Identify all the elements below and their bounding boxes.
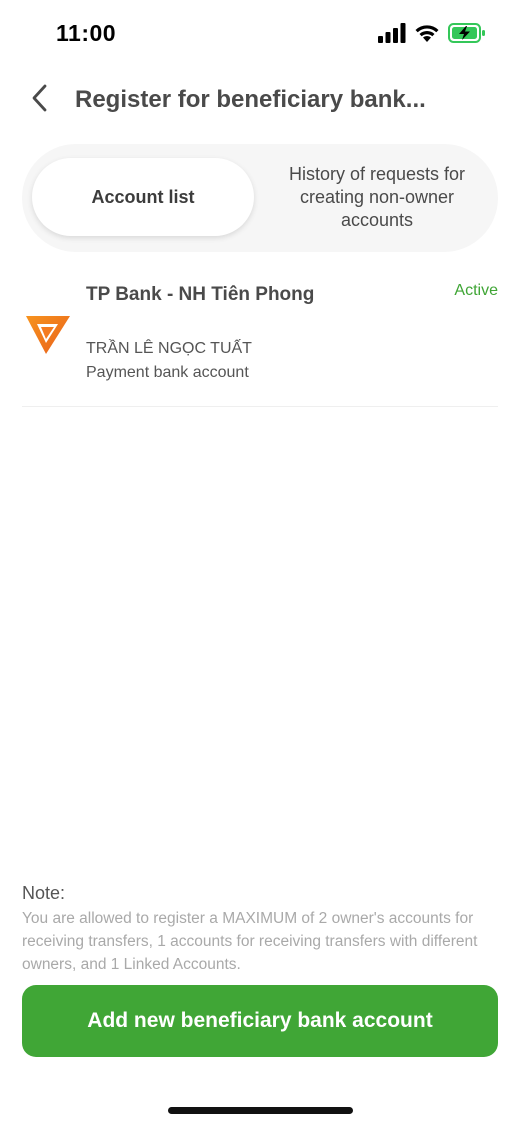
signal-icon: [378, 23, 406, 48]
tab-history-of-requests[interactable]: History of requests for creating non-own…: [266, 158, 488, 236]
status-icons: [378, 23, 486, 48]
note-title: Note:: [22, 883, 66, 903]
tpbank-logo-icon: [24, 310, 72, 358]
battery-charging-icon: [448, 23, 486, 48]
page-title: Register for beneficiary bank...: [75, 86, 426, 113]
header: Register for beneficiary bank...: [0, 78, 520, 122]
note-section: Note: You are allowed to register a MAXI…: [22, 883, 498, 976]
home-indicator[interactable]: [168, 1107, 353, 1114]
back-button[interactable]: [22, 82, 58, 118]
account-type: Payment bank account: [86, 364, 249, 381]
status-time: 11:00: [56, 20, 117, 46]
bank-name: TP Bank - NH Tiên Phong: [86, 284, 315, 305]
account-list-item[interactable]: TP Bank - NH Tiên Phong Active TRẦN LÊ N…: [22, 268, 498, 407]
screen: 11:00 Register for beneficiary bank... A…: [0, 0, 520, 1125]
note-text: You are allowed to register a MAXIMUM of…: [22, 910, 478, 973]
status-badge: Active: [454, 282, 498, 299]
account-holder-name: TRẦN LÊ NGỌC TUẤT: [86, 340, 252, 357]
status-bar: 11:00: [0, 0, 520, 70]
tab-bar: Account list History of requests for cre…: [22, 144, 498, 252]
chevron-left-icon: [30, 83, 50, 118]
wifi-icon: [414, 23, 440, 48]
add-beneficiary-account-button[interactable]: Add new beneficiary bank account: [22, 985, 498, 1057]
tab-account-list[interactable]: Account list: [32, 158, 254, 236]
